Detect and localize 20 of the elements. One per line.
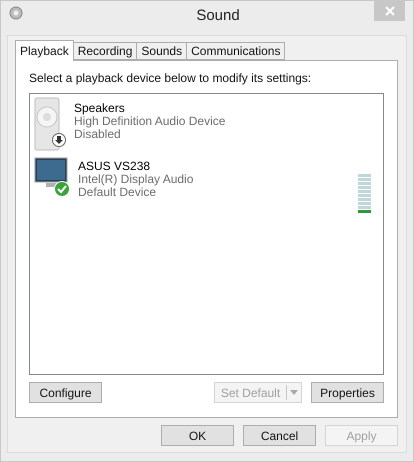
tab[interactable]: Playback [15, 40, 74, 61]
dialog-button[interactable]: OK [161, 425, 234, 446]
device-status: Default Device [78, 186, 156, 199]
close-button[interactable] [374, 1, 405, 21]
instruction-text: Select a playback device below to modify its settings: [29, 71, 312, 85]
device-driver: High Definition Audio Device [74, 115, 226, 128]
panel-button[interactable]: Configure [29, 382, 102, 403]
panel-button[interactable]: Properties [311, 382, 384, 403]
close-icon [384, 6, 394, 16]
caret-icon [290, 390, 298, 395]
speaker-app-icon [9, 6, 23, 20]
tab[interactable]: Recording [72, 42, 138, 60]
window-title: Sound [196, 7, 240, 24]
device-name: ASUS VS238 [78, 160, 152, 173]
device-status: Disabled [74, 128, 122, 141]
tab[interactable]: Communications [186, 42, 286, 60]
device-driver: Intel(R) Display Audio [78, 173, 194, 186]
dialog-button[interactable]: Cancel [243, 425, 316, 446]
tab[interactable]: Sounds [136, 42, 188, 60]
device-name: Speakers [74, 102, 126, 115]
